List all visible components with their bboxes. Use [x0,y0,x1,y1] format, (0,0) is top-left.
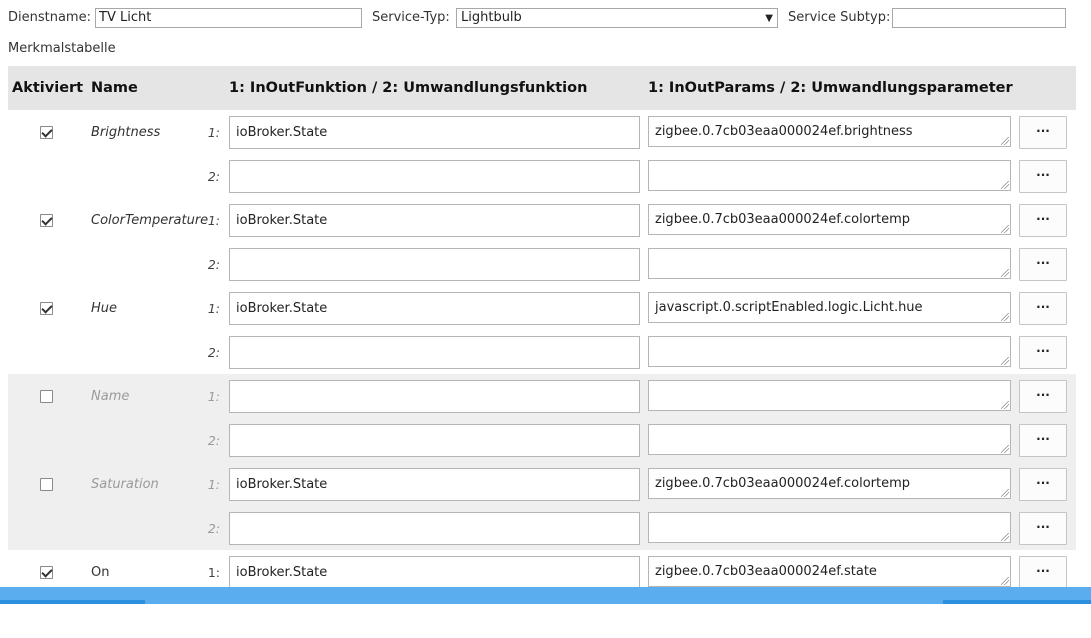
params-text: javascript.0.scriptEnabled.logic.Licht.h… [655,300,923,315]
bottom-toolbar [0,587,1091,604]
conversion-function-input[interactable] [229,512,640,545]
characteristic-group: Saturation 1: ioBroker.State zigbee.0.7cb03… [8,462,1076,550]
edit-params-button[interactable]: ··· [1019,160,1067,193]
conversion-params-textarea[interactable] [648,160,1011,191]
inout-params-textarea[interactable]: zigbee.0.7cb03eaa000024ef.colortemp [648,204,1011,235]
resize-grip-icon[interactable] [1001,577,1009,585]
characteristic-name: Hue [91,301,118,316]
resize-grip-icon[interactable] [1001,357,1009,365]
header-enabled: Aktiviert [12,80,84,96]
characteristic-group: ColorTemperature 1: ioBroker.State zigbee.0… [8,198,1076,286]
characteristic-group: Name 1: ··· 2: ··· [8,374,1076,462]
edit-params-button[interactable]: ··· [1019,512,1067,545]
resize-grip-icon[interactable] [1001,269,1009,277]
row-number: 1: [207,565,220,580]
edit-params-button[interactable]: ··· [1019,556,1067,589]
resize-grip-icon[interactable] [1001,137,1009,145]
enabled-checkbox[interactable] [40,566,53,579]
conversion-function-input[interactable] [229,248,640,281]
resize-grip-icon[interactable] [1001,313,1009,321]
resize-grip-icon[interactable] [1001,445,1009,453]
enabled-checkbox[interactable] [40,126,53,139]
resize-grip-icon[interactable] [1001,181,1009,189]
inout-function-input[interactable]: ioBroker.State [229,204,640,237]
inout-function-input[interactable] [229,380,640,413]
characteristic-group: Hue 1: ioBroker.State javascript.0.scriptEn… [8,286,1076,374]
characteristic-name: Brightness [91,125,161,140]
toolbar-accent-right [943,600,1091,604]
service-type-value: Lightbulb [461,10,522,25]
service-subtype-label: Service Subtyp: [788,10,891,25]
conversion-function-input[interactable] [229,336,640,369]
edit-params-button[interactable]: ··· [1019,424,1067,457]
characteristic-group: Brightness 1: ioBroker.State zigbee.0.7cb03… [8,110,1076,198]
edit-params-button[interactable]: ··· [1019,380,1067,413]
service-name-input[interactable]: TV Licht [95,8,362,28]
header-name: Name [91,80,138,96]
characteristic-name: Name [91,389,130,404]
enabled-checkbox[interactable] [40,302,53,315]
row-number: 2: [207,345,220,360]
resize-grip-icon[interactable] [1001,401,1009,409]
row-number: 1: [207,389,220,404]
row-number: 2: [207,169,220,184]
row-number: 1: [207,301,220,316]
edit-params-button[interactable]: ··· [1019,336,1067,369]
edit-params-button[interactable]: ··· [1019,204,1067,237]
inout-params-textarea[interactable]: zigbee.0.7cb03eaa000024ef.colortemp [648,468,1011,499]
row-number: 2: [207,257,220,272]
dropdown-arrow-icon: ▼ [765,13,773,24]
params-text: zigbee.0.7cb03eaa000024ef.state [655,564,877,579]
characteristic-name: On [91,565,110,580]
conversion-params-textarea[interactable] [648,424,1011,455]
table-header: Aktiviert Name 1: InOutFunktion / 2: Umw… [8,66,1076,110]
service-name-label: Dienstname: [8,10,91,25]
service-subtype-input[interactable] [892,8,1066,28]
row-number: 1: [207,213,220,228]
inout-params-textarea[interactable]: zigbee.0.7cb03eaa000024ef.brightness [648,116,1011,147]
conversion-params-textarea[interactable] [648,248,1011,279]
row-number: 2: [207,521,220,536]
conversion-params-textarea[interactable] [648,336,1011,367]
enabled-checkbox[interactable] [40,390,53,403]
resize-grip-icon[interactable] [1001,533,1009,541]
params-text: zigbee.0.7cb03eaa000024ef.colortemp [655,212,911,227]
header-params: 1: InOutParams / 2: Umwandlungsparameter [648,80,1013,96]
resize-grip-icon[interactable] [1001,489,1009,497]
resize-grip-icon[interactable] [1001,225,1009,233]
inout-function-input[interactable]: ioBroker.State [229,468,640,501]
edit-params-button[interactable]: ··· [1019,116,1067,149]
inout-params-textarea[interactable]: zigbee.0.7cb03eaa000024ef.state [648,556,1011,587]
row-number: 2: [207,433,220,448]
edit-params-button[interactable]: ··· [1019,248,1067,281]
params-text: zigbee.0.7cb03eaa000024ef.brightness [655,124,913,139]
edit-params-button[interactable]: ··· [1019,292,1067,325]
characteristics-table-title: Merkmalstabelle [8,41,116,56]
edit-params-button[interactable]: ··· [1019,468,1067,501]
conversion-function-input[interactable] [229,160,640,193]
inout-params-textarea[interactable]: javascript.0.scriptEnabled.logic.Licht.h… [648,292,1011,323]
inout-function-input[interactable]: ioBroker.State [229,556,640,589]
characteristic-name: ColorTemperature [91,213,209,228]
conversion-function-input[interactable] [229,424,640,457]
characteristic-name: Saturation [91,477,159,492]
inout-params-textarea[interactable] [648,380,1011,411]
service-header: Dienstname: TV Licht Service-Typ: Lightb… [0,0,1091,36]
toolbar-accent-left [0,600,145,604]
header-function: 1: InOutFunktion / 2: Umwandlungsfunktio… [229,80,588,96]
service-type-label: Service-Typ: [372,10,450,25]
params-text: zigbee.0.7cb03eaa000024ef.colortemp [655,476,911,491]
enabled-checkbox[interactable] [40,478,53,491]
inout-function-input[interactable]: ioBroker.State [229,116,640,149]
inout-function-input[interactable]: ioBroker.State [229,292,640,325]
row-number: 1: [207,477,220,492]
enabled-checkbox[interactable] [40,214,53,227]
row-number: 1: [207,125,220,140]
conversion-params-textarea[interactable] [648,512,1011,543]
service-type-select[interactable]: Lightbulb ▼ [456,8,778,28]
